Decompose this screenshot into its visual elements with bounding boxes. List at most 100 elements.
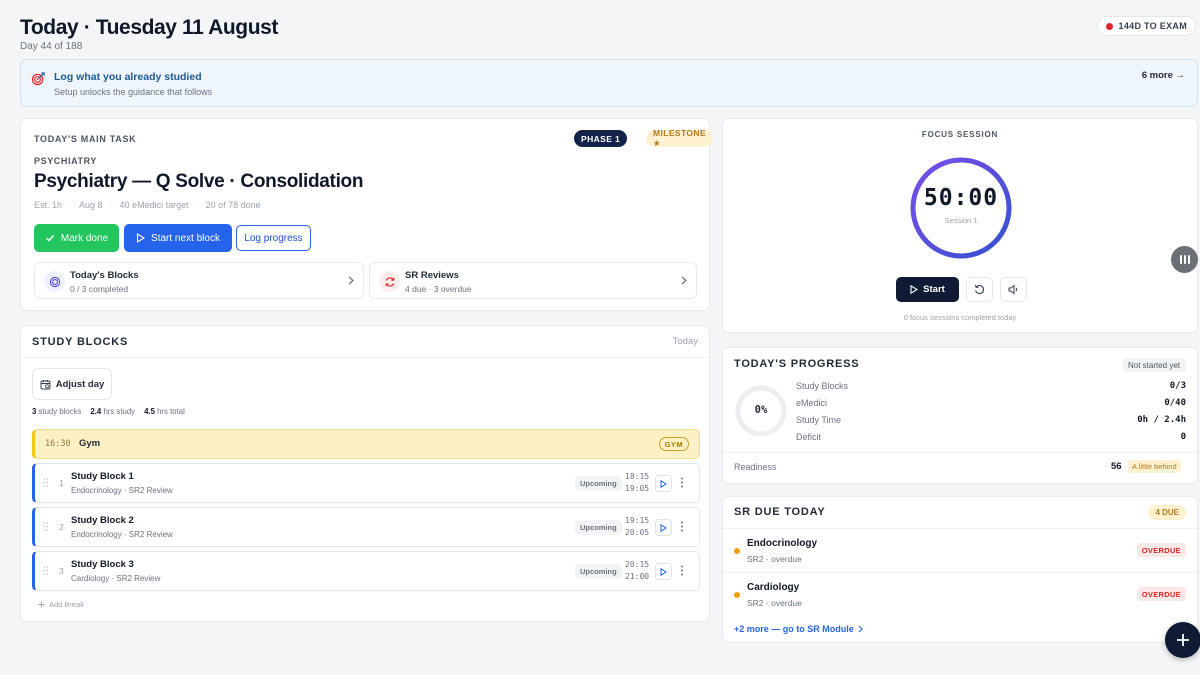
add-break-label: Add Break: [49, 600, 85, 609]
plus-icon: [38, 601, 45, 608]
phase-badge: PHASE 1: [574, 130, 628, 147]
play-icon: [136, 233, 146, 243]
progress-row-value: 0/40: [1164, 398, 1186, 408]
study-blocks-date: Today: [672, 336, 698, 347]
study-block-row[interactable]: 1 Study Block 1 Endocrinology · SR2 Revi…: [32, 463, 700, 503]
status-dot-icon: [734, 548, 740, 554]
play-block-button[interactable]: [655, 519, 672, 536]
banner-subtitle: Setup unlocks the guidance that follows: [54, 87, 213, 97]
block-number: 3: [59, 566, 64, 576]
overdue-badge: OVERDUE: [1136, 543, 1186, 557]
sound-toggle-button[interactable]: [1000, 277, 1027, 302]
pause-icon[interactable]: [1171, 246, 1198, 273]
calendar-icon: [40, 379, 51, 390]
block-status-badge: Upcoming: [575, 564, 622, 579]
red-dot-icon: [1105, 22, 1113, 30]
block-number: 2: [59, 522, 64, 532]
gym-time: 16:30: [45, 439, 71, 449]
stat-study-hours: 2.4 hrs study: [90, 407, 136, 416]
progress-percent: 0%: [754, 404, 768, 416]
task-meta: Est. 1h · Aug 8 · 40 eMedici target · 20…: [34, 200, 261, 210]
sr-due-title: SR DUE TODAY: [734, 506, 826, 518]
start-focus-button[interactable]: Start: [896, 277, 959, 302]
check-icon: [45, 233, 55, 243]
more-options-icon[interactable]: [680, 521, 684, 532]
task-target: 40 eMedici target: [119, 200, 189, 210]
study-blocks-title: STUDY BLOCKS: [32, 336, 129, 348]
sr-reviews-card[interactable]: SR Reviews 4 due · 3 overdue: [369, 262, 697, 299]
todays-progress-card: TODAY'S PROGRESS Not started yet 0% Stud…: [722, 347, 1198, 484]
block-subject: Endocrinology · SR2 Review: [71, 486, 173, 495]
start-next-block-button[interactable]: Start next block: [124, 224, 232, 252]
day-progress: Day 44 of 188: [20, 41, 83, 52]
focus-timer-ring: 50:00 Session 1: [908, 155, 1014, 261]
milestone-badge: MILESTONE ★: [646, 128, 714, 148]
study-block-row[interactable]: 3 Study Block 3 Cardiology · SR2 Review …: [32, 551, 700, 591]
drag-handle-icon[interactable]: [43, 478, 48, 487]
banner-title: Log what you already studied: [54, 71, 202, 83]
meta-separator: ·: [69, 200, 73, 210]
reset-timer-button[interactable]: [966, 277, 993, 302]
gym-tag: GYM: [658, 437, 689, 451]
task-date: Aug 8: [79, 200, 103, 210]
meta-separator: ·: [109, 200, 113, 210]
drag-handle-icon[interactable]: [43, 522, 48, 531]
progress-row-label: Study Blocks: [796, 381, 849, 391]
sr-module-link[interactable]: +2 more — go to SR Module: [734, 624, 863, 634]
study-blocks-card: STUDY BLOCKS Today Adjust day 3 study bl…: [20, 325, 710, 622]
plus-icon: [1176, 633, 1190, 647]
start-next-block-label: Start next block: [151, 232, 220, 244]
play-block-button[interactable]: [655, 475, 672, 492]
exam-countdown-chip[interactable]: 144D TO EXAM: [1096, 16, 1196, 36]
progress-row-label: Deficit: [796, 432, 822, 442]
sr-item[interactable]: Endocrinology SR2 · overdue OVERDUE: [723, 528, 1197, 572]
adjust-day-button[interactable]: Adjust day: [32, 368, 112, 400]
progress-status-badge: Not started yet: [1121, 358, 1186, 372]
block-name: Study Block 2: [71, 515, 134, 526]
start-focus-label: Start: [923, 284, 945, 295]
log-progress-button[interactable]: Log progress: [236, 225, 311, 251]
todays-blocks-sub: 0 / 3 completed: [70, 284, 129, 294]
block-number: 1: [59, 478, 64, 488]
play-block-button[interactable]: [655, 563, 672, 580]
sr-due-count-badge: 4 DUE: [1148, 505, 1186, 520]
chevron-right-icon: [858, 625, 863, 633]
focus-session-label: FOCUS SESSION: [921, 130, 999, 139]
gym-block-row[interactable]: 16:30 Gym GYM: [32, 429, 700, 459]
sr-item-name: Endocrinology: [747, 538, 817, 549]
task-estimate: Est. 1h: [34, 200, 63, 210]
todays-blocks-card[interactable]: Today's Blocks 0 / 3 completed: [34, 262, 364, 299]
setup-banner[interactable]: Log what you already studied Setup unloc…: [20, 59, 1198, 107]
exam-countdown-label: 144D TO EXAM: [1118, 21, 1187, 31]
progress-row-value: 0: [1180, 432, 1186, 442]
mark-done-button[interactable]: Mark done: [34, 224, 119, 252]
add-break-button[interactable]: Add Break: [38, 600, 84, 609]
readiness-value: 56: [1111, 461, 1122, 472]
task-done-count: 20 of 78 done: [205, 200, 261, 210]
mark-done-label: Mark done: [60, 232, 109, 244]
add-fab-button[interactable]: [1165, 622, 1200, 658]
focus-session-card: FOCUS SESSION 50:00 Session 1 Start 0 fo…: [722, 118, 1198, 333]
progress-row-label: Study Time: [796, 415, 842, 425]
study-block-row[interactable]: 2 Study Block 2 Endocrinology · SR2 Revi…: [32, 507, 700, 547]
main-task-eyebrow: TODAY'S MAIN TASK: [34, 134, 137, 144]
refresh-icon: [379, 271, 400, 292]
adjust-day-label: Adjust day: [55, 378, 105, 390]
sr-item-sub: SR2 · overdue: [747, 598, 802, 608]
drag-handle-icon[interactable]: [43, 566, 48, 575]
play-icon: [910, 285, 919, 294]
main-task-card: TODAY'S MAIN TASK PHASE 1 MILESTONE ★ PS…: [20, 118, 714, 311]
divider: [21, 357, 709, 358]
stat-blocks: 3 study blocks: [32, 407, 82, 416]
sr-due-today-card: SR DUE TODAY 4 DUE Endocrinology SR2 · o…: [722, 496, 1198, 643]
block-status-badge: Upcoming: [575, 476, 622, 491]
sr-item-sub: SR2 · overdue: [747, 554, 802, 564]
banner-more-link[interactable]: 6 more →: [1142, 70, 1185, 81]
task-subject: PSYCHIATRY: [34, 156, 98, 166]
layers-icon: [44, 271, 65, 292]
more-options-icon[interactable]: [680, 477, 684, 488]
sr-item[interactable]: Cardiology SR2 · overdue OVERDUE: [723, 572, 1197, 616]
more-options-icon[interactable]: [680, 565, 684, 576]
progress-title: TODAY'S PROGRESS: [734, 358, 860, 370]
block-name: Study Block 3: [71, 559, 134, 570]
